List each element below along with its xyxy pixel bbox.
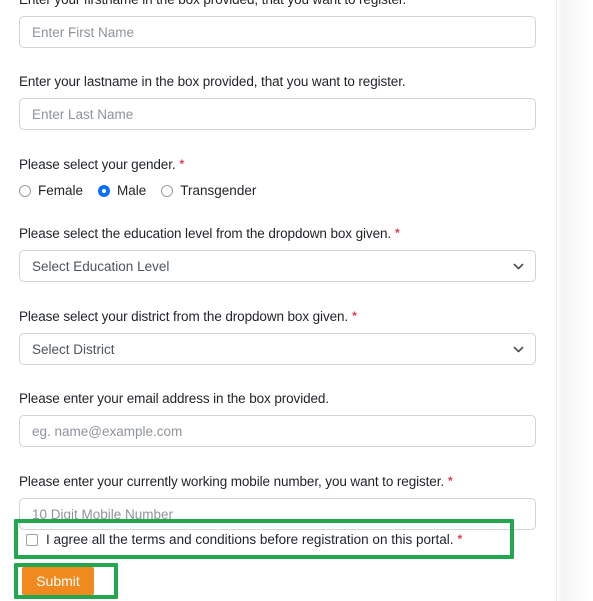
label-education-level-text: Please select the education level from t… bbox=[19, 226, 392, 241]
field-first-name: Enter your firstname in the box provided… bbox=[19, 0, 536, 48]
first-name-input[interactable] bbox=[19, 16, 536, 48]
radio-option-transgender[interactable]: Transgender bbox=[161, 183, 256, 199]
required-asterisk-terms: * bbox=[457, 532, 463, 546]
last-name-input[interactable] bbox=[19, 98, 536, 130]
label-mobile-number: Please enter your currently working mobi… bbox=[19, 472, 536, 491]
radio-label-female: Female bbox=[38, 183, 84, 198]
field-email: Please enter your email address in the b… bbox=[19, 390, 536, 447]
terms-agreement-row[interactable]: I agree all the terms and conditions bef… bbox=[26, 531, 462, 548]
radio-label-transgender: Transgender bbox=[180, 183, 257, 198]
education-level-select[interactable]: Select Education Level bbox=[19, 250, 536, 282]
radio-icon-transgender bbox=[161, 185, 174, 197]
page-canvas: Enter your firstname in the box provided… bbox=[0, 0, 593, 601]
label-district-text: Please select your district from the dro… bbox=[19, 309, 349, 324]
terms-label-text: I agree all the terms and conditions bef… bbox=[46, 532, 454, 547]
gender-radio-group: Female Male Transgender bbox=[19, 181, 536, 201]
label-gender-text: Please select your gender. bbox=[19, 157, 176, 172]
label-email-text: Please enter your email address in the b… bbox=[19, 391, 329, 406]
label-last-name-text: Enter your lastname in the box provided,… bbox=[19, 74, 406, 89]
education-level-select-wrap: Select Education Level bbox=[19, 250, 536, 282]
label-last-name: Enter your lastname in the box provided,… bbox=[19, 73, 536, 91]
district-select-wrap: Select District bbox=[19, 333, 536, 365]
label-email: Please enter your email address in the b… bbox=[19, 390, 536, 408]
field-last-name: Enter your lastname in the box provided,… bbox=[19, 73, 536, 130]
page-right-edge-shadow bbox=[556, 0, 593, 601]
registration-form: Enter your firstname in the box provided… bbox=[19, 0, 536, 530]
label-district: Please select your district from the dro… bbox=[19, 307, 536, 326]
terms-label: I agree all the terms and conditions bef… bbox=[46, 531, 462, 548]
radio-option-male[interactable]: Male bbox=[98, 183, 146, 199]
radio-icon-male bbox=[98, 185, 111, 197]
district-select[interactable]: Select District bbox=[19, 333, 536, 365]
field-district: Please select your district from the dro… bbox=[19, 307, 536, 365]
label-first-name: Enter your firstname in the box provided… bbox=[19, 0, 536, 9]
email-input[interactable] bbox=[19, 415, 536, 447]
checkbox-icon-terms[interactable] bbox=[26, 533, 38, 546]
label-gender: Please select your gender. * bbox=[19, 155, 536, 174]
radio-option-female[interactable]: Female bbox=[19, 183, 83, 199]
label-first-name-text: Enter your firstname in the box provided… bbox=[19, 0, 406, 7]
submit-button[interactable]: Submit bbox=[22, 567, 94, 595]
label-mobile-number-text: Please enter your currently working mobi… bbox=[19, 474, 445, 489]
required-asterisk-gender: * bbox=[179, 157, 185, 171]
radio-label-male: Male bbox=[117, 183, 147, 198]
radio-icon-female bbox=[19, 185, 31, 197]
field-gender: Please select your gender. * Female Male … bbox=[19, 155, 536, 201]
label-education-level: Please select the education level from t… bbox=[19, 224, 536, 243]
required-asterisk-mobile: * bbox=[448, 474, 453, 488]
field-education-level: Please select the education level from t… bbox=[19, 224, 536, 282]
required-asterisk-education: * bbox=[395, 226, 400, 240]
required-asterisk-district: * bbox=[352, 309, 357, 323]
